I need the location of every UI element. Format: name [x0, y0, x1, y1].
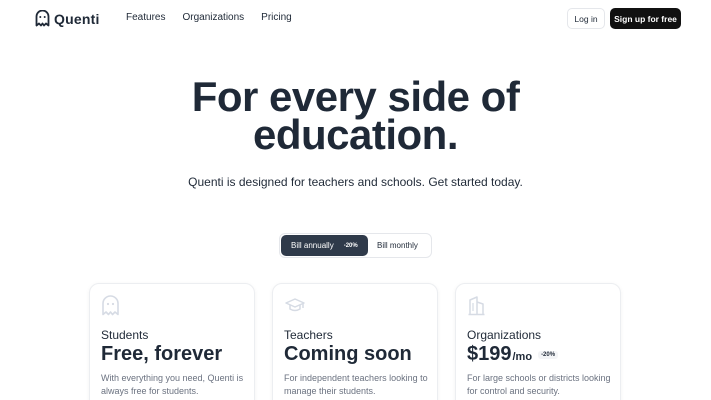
nav-link-pricing[interactable]: Pricing — [261, 12, 292, 23]
nav-link-organizations[interactable]: Organizations — [182, 12, 244, 23]
hero-title: For every side of education. — [0, 76, 711, 158]
plan-discount-badge: -20% — [538, 351, 559, 359]
plan-price: Free, forever — [101, 343, 222, 366]
plan-price-value: Coming soon — [284, 343, 412, 365]
graduation-cap-icon — [285, 298, 305, 312]
plan-description: For independent teachers looking to mana… — [284, 373, 428, 396]
ghost-logo-icon — [35, 10, 50, 27]
plan-card-teachers[interactable]: Teachers Coming soon For independent tea… — [272, 283, 438, 400]
billing-toggle: Bill annually -20% Bill monthly — [279, 233, 432, 258]
plan-role: Organizations — [467, 328, 542, 342]
hero-subtitle: Quenti is designed for teachers and scho… — [188, 175, 523, 189]
plan-price: $199 /mo -20% — [467, 343, 559, 366]
top-nav: Quenti Features Organizations Pricing Lo… — [0, 0, 711, 38]
discount-badge: -20% — [343, 242, 358, 249]
bill-annually-label: Bill annually — [291, 241, 334, 250]
login-button[interactable]: Log in — [567, 8, 605, 29]
building-icon — [468, 296, 485, 316]
plan-price: Coming soon — [284, 343, 412, 366]
brand-logo[interactable]: Quenti — [35, 10, 100, 27]
plan-description: With everything you need, Quenti is alwa… — [101, 373, 244, 396]
nav-links: Features Organizations Pricing — [126, 12, 292, 23]
nav-link-features[interactable]: Features — [126, 12, 165, 23]
plan-price-value: $199 — [467, 343, 512, 365]
bill-monthly-button[interactable]: Bill monthly — [377, 235, 418, 256]
plan-description: For large schools or districts looking f… — [467, 373, 611, 396]
plan-role: Students — [101, 328, 149, 342]
plan-card-organizations[interactable]: Organizations $199 /mo -20% For large sc… — [455, 283, 621, 400]
signup-button[interactable]: Sign up for free — [610, 8, 681, 29]
plan-price-suffix: /mo — [512, 351, 533, 363]
plan-card-students[interactable]: Students Free, forever With everything y… — [89, 283, 255, 400]
brand-name: Quenti — [54, 10, 100, 27]
hero-title-line-2: education. — [252, 111, 459, 158]
ghost-icon — [102, 295, 119, 316]
plan-role: Teachers — [284, 328, 333, 342]
bill-annually-button[interactable]: Bill annually -20% — [281, 235, 368, 256]
plan-price-value: Free, forever — [101, 343, 223, 365]
